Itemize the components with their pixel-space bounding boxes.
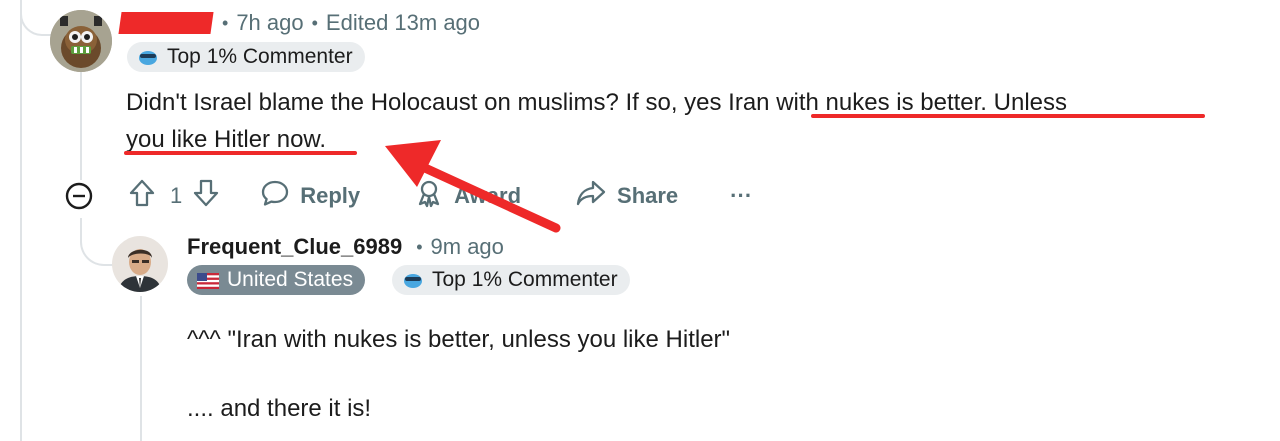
share-label: Share bbox=[617, 183, 679, 208]
thread-line-comment bbox=[80, 72, 82, 180]
commenter-badge-icon bbox=[402, 271, 424, 289]
flair-label: Top 1% Commenter bbox=[167, 45, 353, 68]
reply-time: 9m ago bbox=[430, 234, 504, 259]
reply-text-line: ^^^ "Iran with nukes is better, unless y… bbox=[187, 326, 731, 353]
flair-top-commenter: Top 1% Commenter bbox=[392, 265, 630, 295]
upvote-icon[interactable] bbox=[128, 178, 156, 214]
comment-body: Didn't Israel blame the Holocaust on mus… bbox=[126, 84, 1246, 158]
reply-button[interactable]: Reply bbox=[260, 178, 360, 214]
reply-icon bbox=[260, 178, 290, 214]
share-button[interactable]: Share bbox=[575, 178, 678, 214]
avatar[interactable] bbox=[50, 10, 112, 72]
reply-text-line: .... and there it is! bbox=[187, 395, 372, 422]
redacted-username bbox=[118, 12, 214, 34]
separator-dot: • bbox=[222, 12, 229, 33]
more-options-button[interactable]: ··· bbox=[730, 183, 752, 209]
edited-time: Edited 13m ago bbox=[325, 10, 481, 35]
flair-label: United States bbox=[227, 268, 354, 291]
comment-text-highlight: Iran with nukes is better. Unless bbox=[728, 89, 1067, 116]
award-label: Award bbox=[454, 183, 522, 208]
collapse-icon[interactable] bbox=[65, 182, 93, 210]
downvote-icon[interactable] bbox=[192, 178, 220, 214]
us-flag-icon bbox=[197, 271, 219, 289]
reply-avatar[interactable] bbox=[112, 236, 168, 292]
flair-label: Top 1% Commenter bbox=[432, 268, 618, 291]
share-icon bbox=[575, 178, 607, 214]
thread-line-reply bbox=[140, 296, 142, 441]
reply-username[interactable]: Frequent_Clue_6989 bbox=[187, 234, 402, 260]
award-icon bbox=[414, 178, 444, 214]
comment-text-highlight: you like Hitler now. bbox=[126, 126, 327, 153]
flair-country: United States bbox=[187, 265, 366, 295]
flair-top-commenter: Top 1% Commenter bbox=[127, 42, 365, 72]
annotation-underline bbox=[124, 151, 357, 155]
annotation-underline bbox=[811, 114, 1205, 118]
comment-actions: 1 Reply Award Share ··· bbox=[128, 176, 752, 216]
commenter-badge-icon bbox=[137, 48, 159, 66]
reply-meta: Frequent_Clue_6989 • 9m ago bbox=[187, 234, 504, 260]
vote-count: 1 bbox=[170, 183, 183, 208]
separator-dot: • bbox=[311, 12, 318, 33]
comment-meta: • 7h ago • Edited 13m ago bbox=[222, 10, 480, 36]
award-button[interactable]: Award bbox=[414, 178, 521, 214]
separator-dot: • bbox=[416, 236, 423, 257]
comment-time: 7h ago bbox=[236, 10, 304, 35]
comment-text: Didn't Israel blame the Holocaust on mus… bbox=[126, 89, 729, 116]
thread-line-root bbox=[20, 0, 22, 441]
reply-label: Reply bbox=[300, 183, 361, 208]
